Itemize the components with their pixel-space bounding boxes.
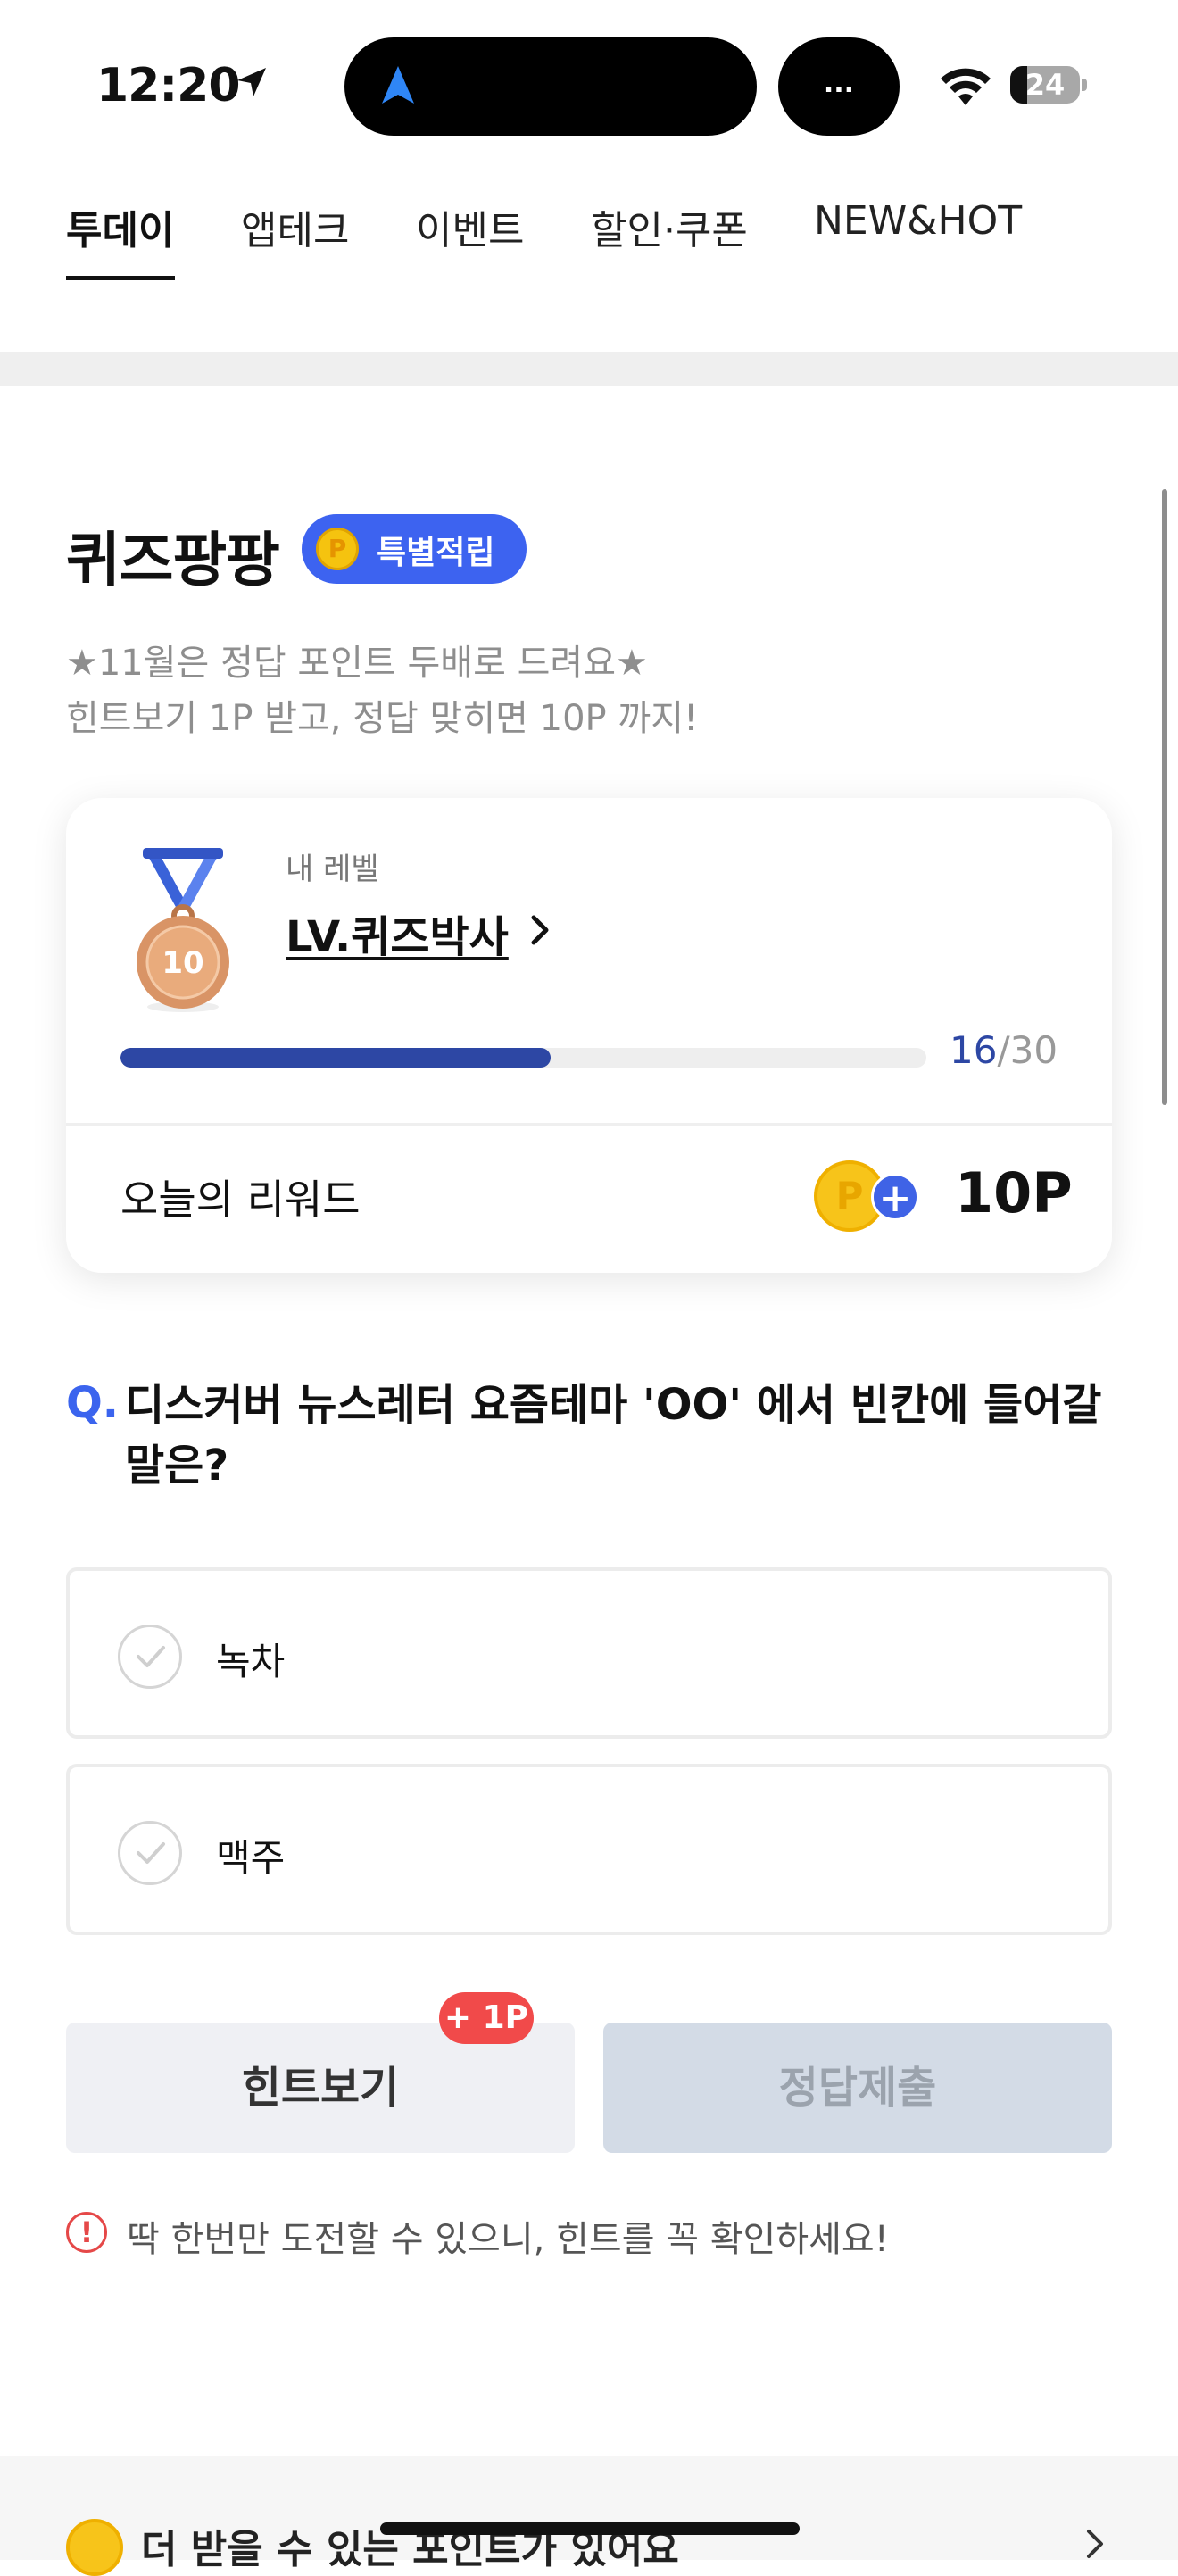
progress-current: 16 xyxy=(950,1028,998,1072)
today-reward-label: 오늘의 리워드 xyxy=(120,1176,361,1224)
battery-tip xyxy=(1082,79,1087,91)
medal-number: 10 xyxy=(162,945,203,981)
check-icon xyxy=(118,1625,182,1689)
tab-event[interactable]: 이벤트 xyxy=(416,198,524,255)
progress-separator: / xyxy=(997,1028,1010,1072)
chevron-right-icon[interactable] xyxy=(525,910,555,950)
chevron-right-icon[interactable] xyxy=(1082,2526,1108,2562)
level-progress-fill xyxy=(120,1048,551,1068)
tab-today[interactable]: 투데이 xyxy=(66,198,174,255)
battery-level: 24 xyxy=(1025,68,1066,102)
medal-icon: 10 xyxy=(137,848,229,1012)
wifi-icon xyxy=(941,68,991,105)
battery-icon: 24 xyxy=(1010,66,1080,104)
special-earn-badge: P 특별적립 xyxy=(302,514,527,584)
my-level-label: 내 레벨 xyxy=(286,852,379,887)
coin-icon: P xyxy=(316,528,359,570)
question-text: 디스커버 뉴스레터 요즘테마 'OO' 에서 빈칸에 들어갈 말은? xyxy=(125,1380,1102,1491)
tab-apptech[interactable]: 앱테크 xyxy=(241,198,349,255)
hint-point-badge: + 1P xyxy=(439,1992,534,2044)
quiz-subtitle-line2: 힌트보기 1P 받고, 정답 맞히면 10P 까지! xyxy=(66,698,699,739)
section-divider xyxy=(0,352,1178,386)
submit-answer-button[interactable]: 정답제출 xyxy=(603,2023,1112,2153)
answer-option-label: 맥주 xyxy=(216,1836,286,1880)
navigation-icon xyxy=(382,66,414,104)
tab-discount-coupon[interactable]: 할인·쿠폰 xyxy=(591,198,748,255)
today-reward-value: 10P xyxy=(955,1160,1073,1226)
level-name-link[interactable]: LV.퀴즈박사 xyxy=(286,902,509,964)
scrollbar[interactable] xyxy=(1162,489,1167,1105)
card-divider xyxy=(66,1123,1112,1126)
warning-text: 딱 한번만 도전할 수 있으니, 힌트를 꼭 확인하세요! xyxy=(127,2219,889,2260)
level-progress-text: 16/30 xyxy=(950,1028,1058,1072)
active-tab-indicator xyxy=(66,276,175,280)
level-progress-bar xyxy=(120,1048,926,1068)
plus-icon: + xyxy=(871,1173,919,1221)
answer-option-2[interactable]: 맥주 xyxy=(66,1764,1112,1935)
answer-option-1[interactable]: 녹차 xyxy=(66,1567,1112,1739)
quiz-subtitle-line1: ★11월은 정답 포인트 두배로 드려요★ xyxy=(66,643,648,684)
tab-new-hot[interactable]: NEW&HOT xyxy=(814,198,1022,244)
warning-icon: ! xyxy=(66,2212,107,2253)
special-earn-label: 특별적립 xyxy=(377,535,495,571)
quiz-title: 퀴즈팡팡 xyxy=(66,526,280,594)
location-arrow-icon xyxy=(237,68,266,96)
dynamic-island-right[interactable]: ... xyxy=(778,37,900,136)
coin-icon xyxy=(66,2519,123,2576)
question-marker: Q. xyxy=(66,1378,120,1428)
status-time: 12:20 xyxy=(96,59,241,112)
home-indicator[interactable] xyxy=(380,2522,800,2535)
check-icon xyxy=(118,1821,182,1885)
answer-option-label: 녹차 xyxy=(216,1640,286,1683)
progress-total: 30 xyxy=(1009,1028,1058,1072)
